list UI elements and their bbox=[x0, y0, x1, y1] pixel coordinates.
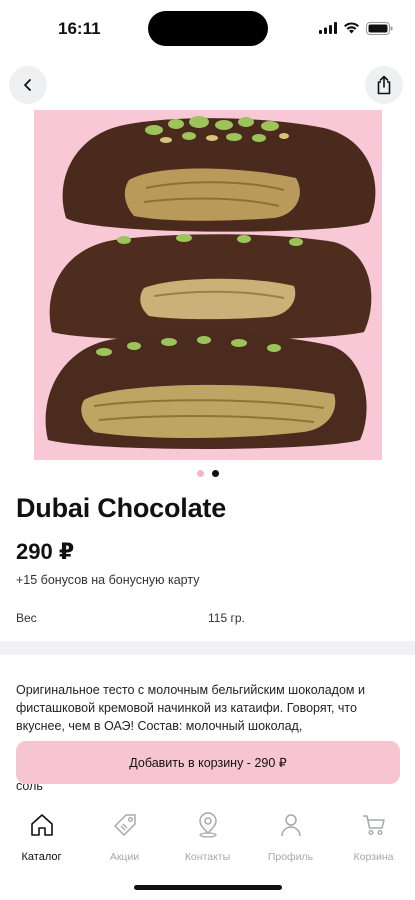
tab-catalog[interactable]: Каталог bbox=[0, 810, 83, 863]
dynamic-island bbox=[148, 11, 268, 46]
cart-icon bbox=[361, 810, 387, 840]
pagination-dot-active[interactable] bbox=[211, 470, 219, 477]
status-time: 16:11 bbox=[58, 19, 101, 38]
product-description: Оригинальное тесто с молочным бельгийски… bbox=[16, 683, 365, 733]
back-button[interactable] bbox=[9, 66, 47, 104]
tab-label: Каталог bbox=[21, 851, 62, 863]
tag-icon bbox=[112, 810, 138, 840]
home-indicator bbox=[134, 885, 282, 890]
pagination-dot[interactable] bbox=[196, 470, 204, 477]
home-icon bbox=[29, 810, 55, 840]
person-icon bbox=[278, 810, 304, 840]
product-image[interactable] bbox=[34, 110, 382, 460]
tab-label: Контакты bbox=[184, 851, 231, 863]
chevron-left-icon bbox=[24, 79, 31, 91]
status-bar: 16:11 bbox=[0, 0, 415, 58]
tab-label: Профиль bbox=[267, 851, 314, 863]
tab-label: Акции bbox=[109, 851, 140, 863]
tab-cart[interactable]: Корзина bbox=[332, 810, 415, 863]
cookie-stack-illustration bbox=[45, 116, 376, 449]
share-icon bbox=[377, 75, 391, 95]
tab-bar: Каталог Акции Контакты Профиль Корзина bbox=[0, 800, 415, 870]
wifi-icon bbox=[344, 22, 359, 34]
tab-promotions[interactable]: Акции bbox=[83, 810, 166, 863]
battery-icon bbox=[366, 21, 393, 35]
tab-label: Корзина bbox=[353, 851, 394, 863]
section-divider bbox=[0, 641, 415, 655]
signal-icon bbox=[319, 22, 337, 34]
location-pin-icon bbox=[195, 810, 221, 840]
gallery-pagination bbox=[0, 470, 415, 480]
status-icons bbox=[319, 18, 393, 38]
add-to-cart-button[interactable]: Добавить в корзину - 290 ₽ bbox=[16, 741, 400, 784]
weight-label: Вес bbox=[16, 611, 37, 625]
share-button[interactable] bbox=[365, 66, 403, 104]
product-price: 290 ₽ bbox=[16, 539, 75, 564]
bonus-info: +15 бонусов на бонусную карту bbox=[16, 573, 200, 587]
tab-profile[interactable]: Профиль bbox=[249, 810, 332, 863]
weight-value: 115 гр. bbox=[208, 611, 245, 625]
product-title: Dubai Chocolate bbox=[16, 493, 227, 523]
tab-contacts[interactable]: Контакты bbox=[166, 810, 249, 863]
